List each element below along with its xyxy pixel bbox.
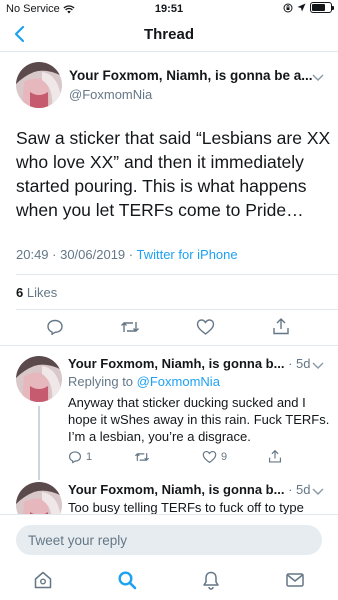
replying-to: Replying to @FoxmomNia — [68, 374, 220, 389]
retweet-icon[interactable] — [120, 318, 140, 336]
avatar[interactable] — [16, 356, 62, 402]
author-name[interactable]: Your Foxmom, Niamh, is gonna be a... — [69, 68, 313, 83]
likes-label: Likes — [23, 285, 58, 300]
reply-author-name: Your Foxmom, Niamh, is gonna b... — [68, 356, 285, 371]
notifications-icon[interactable] — [201, 570, 221, 590]
replying-to-handle[interactable]: @FoxmomNia — [137, 374, 220, 389]
likes-summary[interactable]: 6 Likes — [16, 285, 57, 300]
share-icon[interactable] — [272, 317, 290, 336]
tab-bar — [0, 564, 338, 600]
chevron-down-icon[interactable] — [312, 360, 324, 370]
reply-age: · 5d — [284, 482, 311, 497]
like-count: 9 — [221, 451, 228, 463]
reply-author[interactable]: Your Foxmom, Niamh, is gonna b... · 5d — [68, 356, 310, 371]
avatar[interactable] — [16, 62, 62, 108]
retweet-action[interactable] — [134, 450, 154, 464]
reply-input[interactable]: Tweet your reply — [16, 525, 322, 555]
reply-icon[interactable] — [46, 318, 64, 336]
chevron-down-icon[interactable] — [312, 486, 324, 496]
home-icon[interactable] — [33, 570, 53, 590]
divider — [16, 274, 338, 275]
reply-text: Anyway that sticker ducking sucked and I… — [68, 395, 330, 444]
divider — [0, 345, 338, 346]
tweet-text: Saw a sticker that said “Lesbians are XX… — [16, 128, 331, 220]
chevron-down-icon[interactable] — [312, 72, 324, 82]
page-title: Thread — [143, 26, 194, 43]
messages-icon[interactable] — [285, 570, 305, 590]
like-action[interactable]: 9 — [202, 450, 227, 464]
tweet-source-link[interactable]: Twitter for iPhone — [136, 247, 237, 262]
location-icon — [297, 3, 306, 12]
reply-action[interactable]: 1 — [68, 450, 92, 464]
status-bar: No Service 19:51 — [0, 0, 338, 18]
share-icon[interactable] — [268, 449, 282, 464]
tweet-meta: 20:49 · 30/06/2019 · Twitter for iPhone — [16, 247, 238, 262]
tweet-timestamp: 20:49 · 30/06/2019 · — [16, 247, 137, 262]
navigation-bar: Thread — [0, 18, 338, 52]
reply-author-name: Your Foxmom, Niamh, is gonna b... — [68, 482, 285, 497]
reply-count: 1 — [86, 451, 93, 463]
replying-to-label: Replying to — [68, 374, 137, 389]
search-icon[interactable] — [117, 570, 137, 590]
orientation-lock-icon — [283, 3, 293, 12]
divider — [16, 309, 338, 310]
reply-composer: Tweet your reply — [0, 514, 338, 564]
reply-author[interactable]: Your Foxmom, Niamh, is gonna b... · 5d — [68, 482, 310, 497]
battery-icon — [310, 2, 334, 13]
retweet-icon — [134, 453, 150, 461]
reply-age: · 5d — [284, 356, 311, 371]
thread-connector — [38, 406, 40, 480]
author-handle[interactable]: @FoxmomNia — [69, 87, 152, 102]
like-icon[interactable] — [196, 318, 215, 336]
like-icon — [202, 450, 217, 464]
status-icons — [283, 2, 334, 13]
reply-icon — [68, 451, 82, 464]
